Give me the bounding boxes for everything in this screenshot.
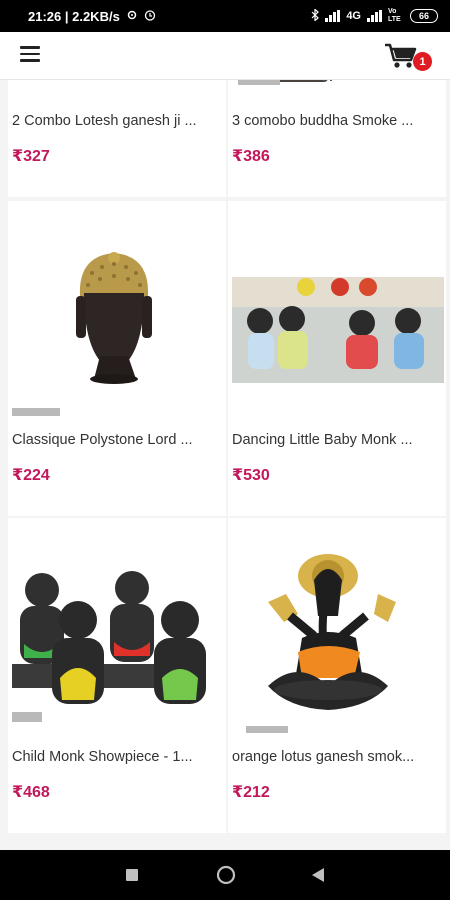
signal-strength-icon (325, 10, 341, 22)
network-type: 4G (346, 10, 361, 22)
product-image (228, 80, 446, 97)
hamburger-menu-icon[interactable] (20, 46, 42, 64)
signal-strength-icon-2 (367, 10, 382, 22)
product-card[interactable]: Classique Polystone Lord ... ₹224 (8, 201, 226, 516)
back-triangle-icon (312, 868, 324, 882)
product-grid: 2 Combo Lotesh ganesh ji ... ₹327 3 como… (0, 80, 450, 850)
product-title: Dancing Little Baby Monk ... (232, 432, 413, 448)
home-button[interactable] (196, 850, 256, 900)
app-bar: 1 (0, 32, 450, 80)
product-price: ₹224 (12, 467, 50, 484)
cart-count-badge: 1 (413, 52, 432, 71)
product-price: ₹468 (12, 784, 50, 801)
product-title: orange lotus ganesh smok... (232, 749, 415, 765)
system-nav-bar (0, 850, 450, 900)
product-price: ₹212 (232, 784, 270, 801)
status-time: 21:26 | 2.2KB/s (28, 8, 120, 24)
battery-level: 66 (418, 11, 429, 21)
product-id-tag (12, 408, 60, 416)
product-id-tag (238, 80, 280, 85)
product-title: Child Monk Showpiece - 1... (12, 749, 193, 765)
product-price: ₹386 (232, 148, 270, 165)
product-title: Classique Polystone Lord ... (12, 432, 193, 448)
product-card[interactable]: orange lotus ganesh smok... ₹212 (228, 518, 446, 833)
product-price: ₹327 (12, 148, 50, 165)
product-title: 2 Combo Lotesh ganesh ji ... (12, 113, 197, 129)
cart-button[interactable]: 1 (384, 40, 432, 74)
product-id-tag (246, 726, 288, 733)
product-image (8, 80, 226, 97)
product-card[interactable]: Child Monk Showpiece - 1... ₹468 (8, 518, 226, 833)
alarm-icon (144, 9, 156, 24)
product-title: 3 comobo buddha Smoke ... (232, 113, 414, 129)
product-id-tag (12, 712, 42, 722)
volte-indicator: Vo LTE (388, 8, 401, 23)
product-card[interactable]: Dancing Little Baby Monk ... ₹530 (228, 201, 446, 516)
product-image (8, 518, 226, 733)
product-image (8, 201, 226, 416)
bluetooth-icon (311, 7, 320, 24)
battery-icon: 66 (410, 9, 438, 23)
shopping-cart-icon (385, 43, 417, 68)
product-card[interactable]: 2 Combo Lotesh ganesh ji ... ₹327 (8, 80, 226, 197)
settings-gear-icon (126, 9, 138, 24)
product-price: ₹530 (232, 467, 270, 484)
home-circle-icon (216, 865, 236, 885)
back-button[interactable] (288, 850, 348, 900)
recent-apps-button[interactable] (102, 850, 162, 900)
square-icon (126, 869, 138, 881)
product-image (228, 201, 446, 416)
product-card[interactable]: 3 comobo buddha Smoke ... ₹386 (228, 80, 446, 197)
status-bar: 21:26 | 2.2KB/s 4G Vo LTE 66 (0, 0, 450, 32)
product-image (228, 518, 446, 733)
